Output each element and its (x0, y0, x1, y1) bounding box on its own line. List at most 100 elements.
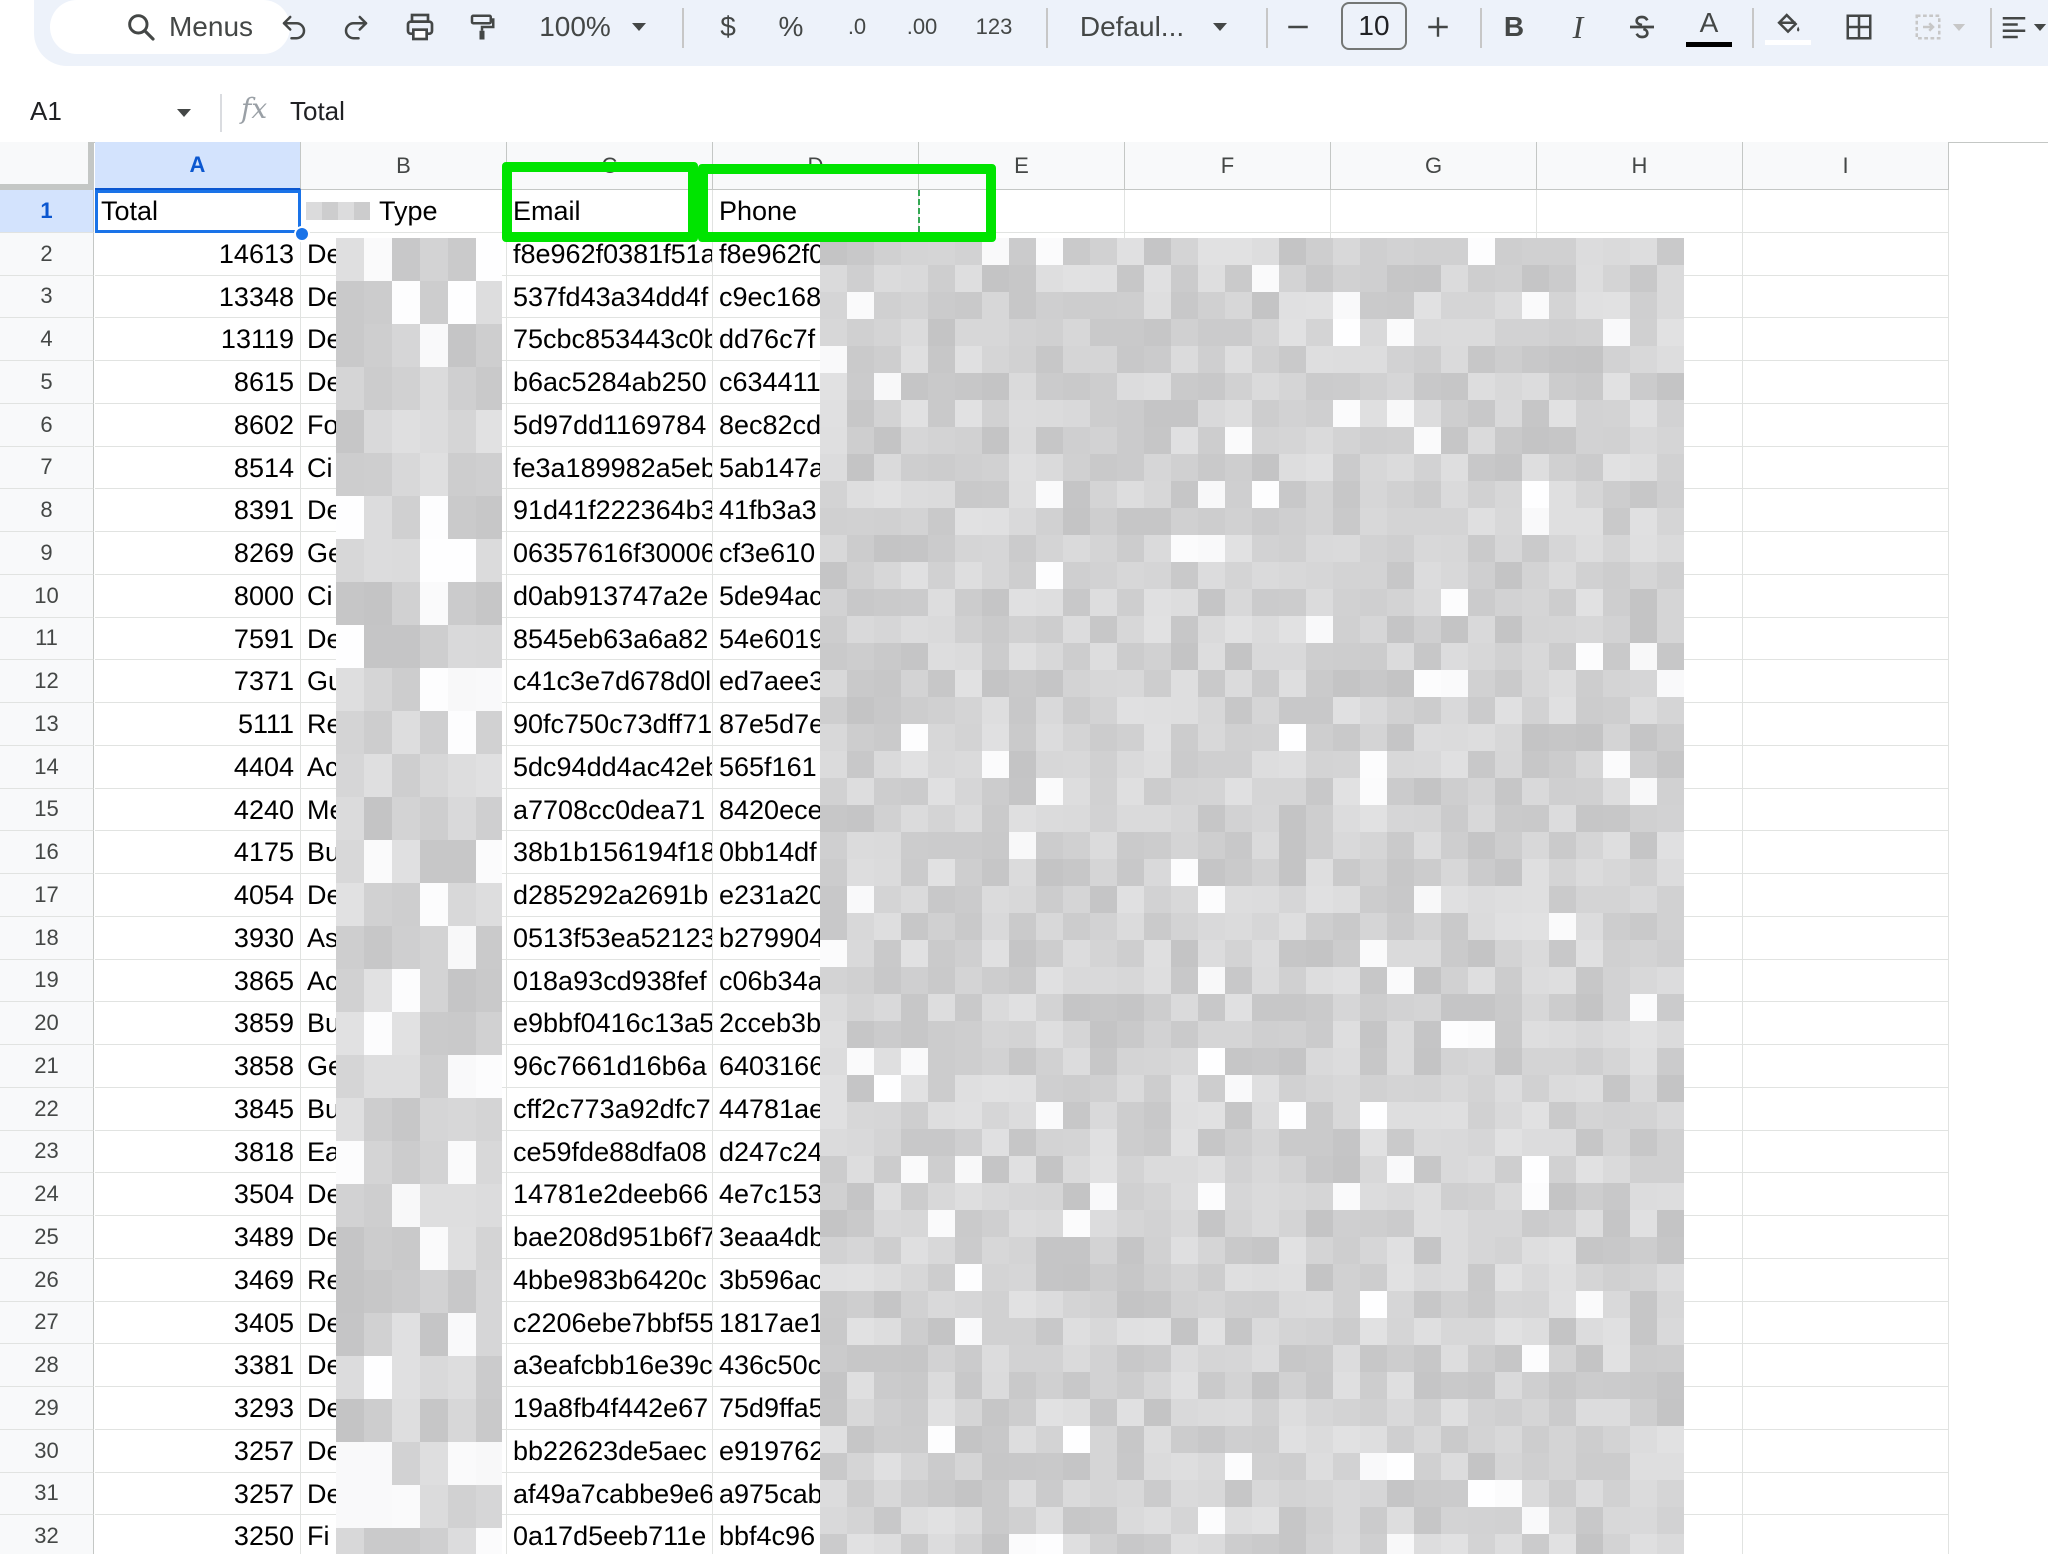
merge-cells-button[interactable] (1902, 0, 1976, 54)
total-cell[interactable]: 13119 (95, 318, 301, 361)
total-cell[interactable]: 7371 (95, 660, 301, 703)
total-cell[interactable]: 8615 (95, 361, 301, 404)
email-cell[interactable]: bb22623de5aec (507, 1429, 713, 1473)
undo-button[interactable] (270, 0, 318, 54)
row-header[interactable]: 20 (0, 1002, 94, 1045)
row-header[interactable]: 15 (0, 788, 94, 832)
empty-cell[interactable] (1743, 275, 1949, 319)
empty-cell[interactable] (1743, 1173, 1949, 1216)
empty-cell[interactable] (1743, 1429, 1949, 1473)
formula-input[interactable]: Total (290, 96, 345, 127)
select-all-corner[interactable] (0, 142, 94, 190)
email-cell[interactable]: 018a93cd938fef (507, 959, 713, 1003)
total-cell[interactable]: 4054 (95, 874, 301, 917)
total-cell[interactable]: 3293 (95, 1387, 301, 1430)
empty-cell[interactable] (1743, 703, 1949, 746)
column-header-h[interactable]: H (1537, 142, 1743, 190)
total-cell[interactable]: 3250 (95, 1515, 301, 1554)
empty-cell[interactable] (1743, 745, 1949, 789)
row-header[interactable]: 19 (0, 959, 94, 1003)
total-cell[interactable]: 5111 (95, 703, 301, 746)
empty-cell[interactable] (1743, 361, 1949, 404)
redo-button[interactable] (332, 0, 380, 54)
row-header[interactable]: 23 (0, 1130, 94, 1174)
row-header[interactable]: 21 (0, 1045, 94, 1088)
email-cell[interactable]: fe3a189982a5eb (507, 446, 713, 490)
empty-cell[interactable] (1743, 788, 1949, 832)
bold-button[interactable]: B (1490, 0, 1538, 54)
empty-cell[interactable] (1743, 1216, 1949, 1259)
total-cell[interactable]: 8514 (95, 446, 301, 490)
row-header[interactable]: 2 (0, 232, 94, 276)
total-cell[interactable]: 3469 (95, 1258, 301, 1302)
email-cell[interactable]: 90fc750c73dff71 (507, 703, 713, 746)
empty-cell[interactable] (1743, 617, 1949, 661)
row-header[interactable]: 18 (0, 916, 94, 960)
total-cell[interactable]: 4240 (95, 788, 301, 832)
email-cell[interactable]: 19a8fb4f442e67 (507, 1387, 713, 1430)
fill-handle[interactable] (294, 226, 310, 242)
empty-cell[interactable] (1537, 190, 1743, 233)
email-cell[interactable]: 8545eb63a6a82 (507, 617, 713, 661)
email-cell[interactable]: 0a17d5eeb711e (507, 1515, 713, 1554)
total-cell[interactable]: 3381 (95, 1344, 301, 1387)
row-header[interactable]: 6 (0, 403, 94, 447)
total-cell[interactable]: 3504 (95, 1173, 301, 1216)
chevron-down-icon[interactable] (176, 108, 192, 118)
row-header[interactable]: 10 (0, 574, 94, 618)
row-header[interactable]: 9 (0, 532, 94, 575)
empty-cell[interactable] (1743, 1344, 1949, 1387)
empty-cell[interactable] (1743, 916, 1949, 960)
empty-cell[interactable] (1743, 489, 1949, 532)
total-cell[interactable]: 7591 (95, 617, 301, 661)
increase-decimal-button[interactable]: .00 (892, 0, 952, 54)
total-cell[interactable]: 4404 (95, 745, 301, 789)
column-header-b[interactable]: B (301, 142, 507, 190)
italic-button[interactable]: I (1554, 0, 1602, 54)
empty-cell[interactable] (1743, 318, 1949, 361)
increase-font-size-button[interactable] (1414, 0, 1462, 54)
borders-button[interactable] (1834, 0, 1884, 54)
total-cell[interactable]: 14613 (95, 232, 301, 276)
email-cell[interactable]: e9bbf0416c13a5 (507, 1002, 713, 1045)
empty-cell[interactable] (1743, 446, 1949, 490)
row-header[interactable]: 13 (0, 703, 94, 746)
row-header[interactable]: 4 (0, 318, 94, 361)
email-cell[interactable]: 0513f53ea52123 (507, 916, 713, 960)
empty-cell[interactable] (1331, 190, 1537, 233)
header-cell-total[interactable]: Total (95, 190, 301, 233)
total-cell[interactable]: 3257 (95, 1429, 301, 1473)
column-header-f[interactable]: F (1125, 142, 1331, 190)
row-header[interactable]: 7 (0, 446, 94, 490)
row-header[interactable]: 29 (0, 1387, 94, 1430)
empty-cell[interactable] (1743, 1087, 1949, 1131)
fill-color-button[interactable] (1760, 0, 1816, 54)
empty-cell[interactable] (1743, 831, 1949, 874)
text-color-button[interactable]: A (1684, 0, 1734, 54)
email-cell[interactable]: 537fd43a34dd4f (507, 275, 713, 319)
empty-cell[interactable] (1743, 660, 1949, 703)
empty-cell[interactable] (1743, 190, 1949, 233)
column-header-a[interactable]: A (95, 142, 301, 190)
total-cell[interactable]: 3489 (95, 1216, 301, 1259)
row-header[interactable]: 3 (0, 275, 94, 319)
row-header[interactable]: 12 (0, 660, 94, 703)
email-cell[interactable]: 91d41f222364b3 (507, 489, 713, 532)
column-header-i[interactable]: I (1743, 142, 1949, 190)
total-cell[interactable]: 3845 (95, 1087, 301, 1131)
total-cell[interactable]: 13348 (95, 275, 301, 319)
row-header[interactable]: 31 (0, 1472, 94, 1516)
row-header[interactable]: 14 (0, 745, 94, 789)
empty-cell[interactable] (1743, 1258, 1949, 1302)
email-cell[interactable]: 75cbc853443c0b (507, 318, 713, 361)
email-cell[interactable]: d0ab913747a2e (507, 574, 713, 618)
zoom-select[interactable]: 100% (528, 0, 658, 54)
email-cell[interactable]: 38b1b156194f18 (507, 831, 713, 874)
total-cell[interactable]: 3405 (95, 1301, 301, 1345)
empty-cell[interactable] (1743, 1130, 1949, 1174)
email-cell[interactable]: c41c3e7d678d0l (507, 660, 713, 703)
font-family-select[interactable]: Defaul... (1054, 0, 1254, 54)
row-header[interactable]: 24 (0, 1173, 94, 1216)
decrease-font-size-button[interactable] (1274, 0, 1322, 54)
email-cell[interactable]: a3eafcbb16e39c (507, 1344, 713, 1387)
